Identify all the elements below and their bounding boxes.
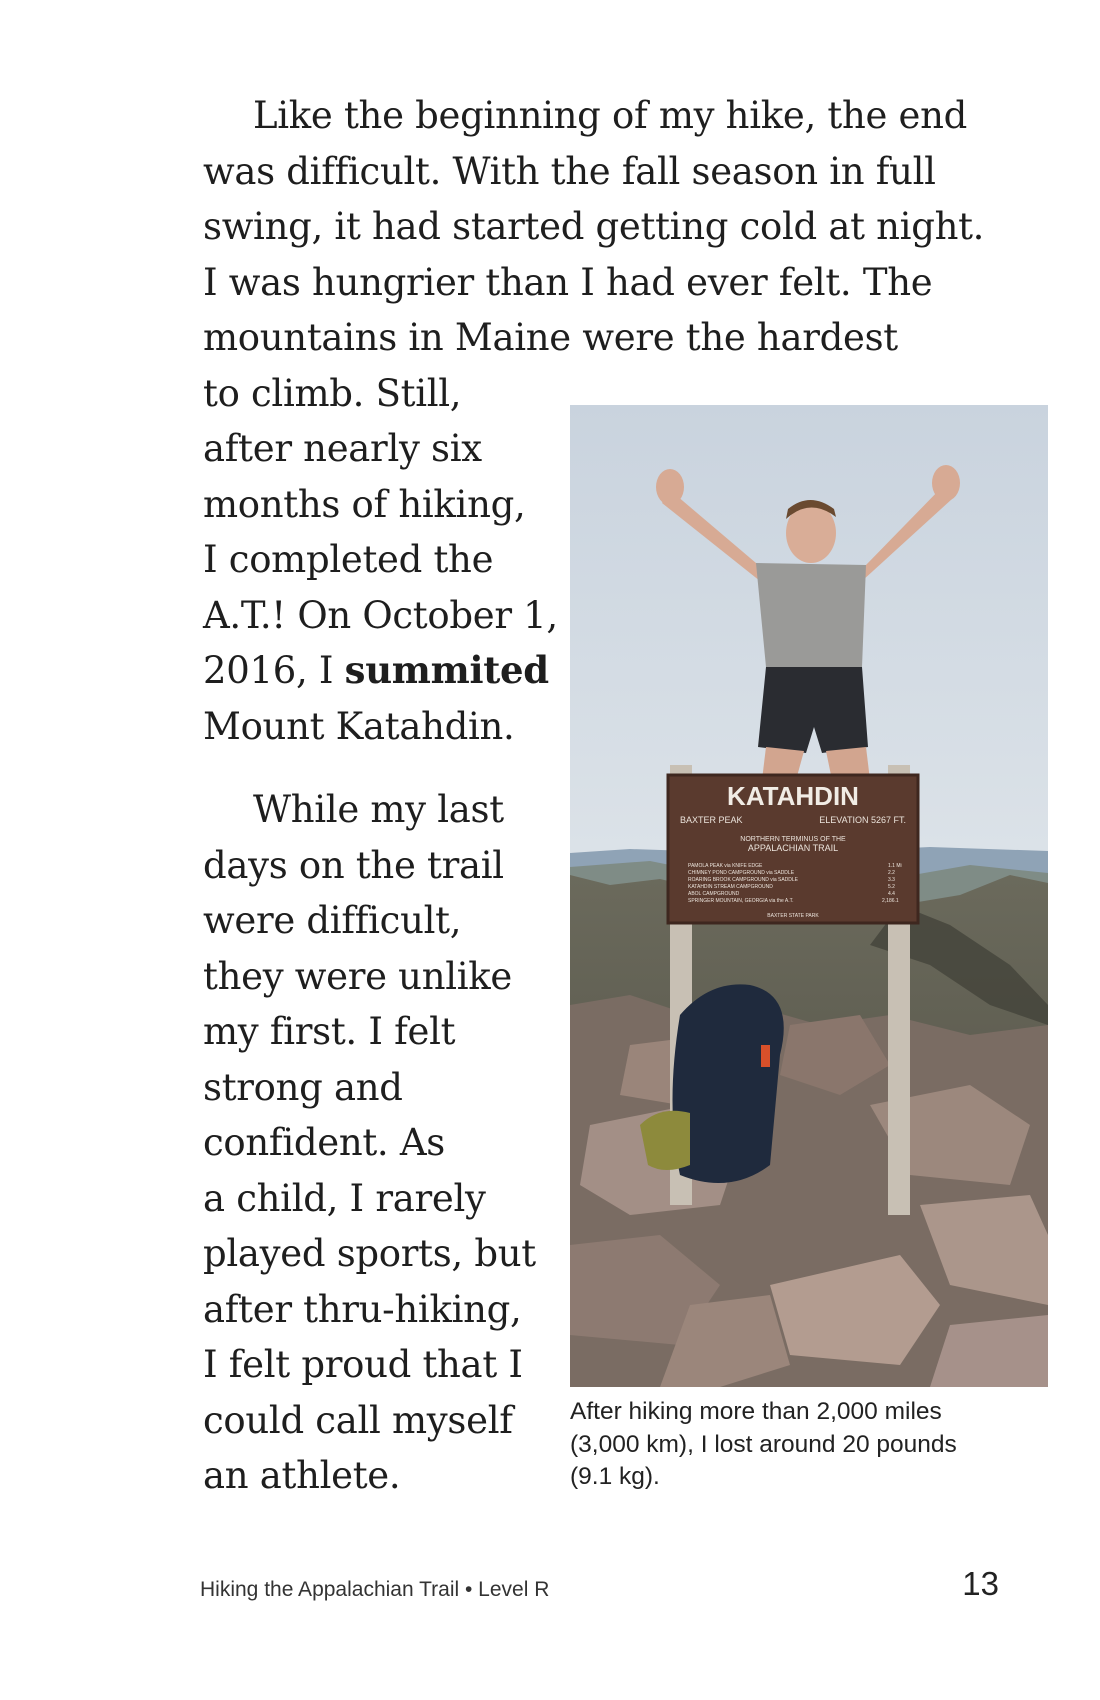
text-line: strong and bbox=[203, 1065, 403, 1109]
sign-distance: 2.2 bbox=[888, 870, 895, 876]
sign-subtitle-left: BAXTER PEAK bbox=[680, 815, 743, 825]
text-line: While my last bbox=[253, 788, 504, 831]
text-line: were difficult, bbox=[203, 899, 462, 942]
sign-trail: SPRINGER MOUNTAIN, GEORGIA via the A.T. bbox=[688, 898, 794, 904]
bold-vocabulary-word: summited bbox=[344, 648, 550, 692]
text-line: I was hungrier than I had ever felt. The bbox=[203, 260, 933, 304]
sign-terminus-line-1: NORTHERN TERMINUS OF THE bbox=[740, 836, 846, 843]
text-line: a child, I rarely bbox=[203, 1176, 486, 1220]
page-number: 13 bbox=[962, 1565, 999, 1602]
text-line: they were unlike bbox=[203, 954, 513, 998]
sign-title: KATAHDIN bbox=[727, 781, 859, 811]
caption-line: After hiking more than 2,000 miles bbox=[570, 1398, 942, 1425]
text-line: after thru-hiking, bbox=[203, 1287, 522, 1331]
photo-caption: After hiking more than 2,000 miles (3,00… bbox=[570, 1396, 1050, 1494]
photo-illustration: KATAHDIN BAXTER PEAK ELEVATION 5267 FT. … bbox=[570, 405, 1048, 1387]
sign-distance: 1.1 Mi bbox=[888, 863, 902, 869]
sign-trail: ROARING BROOK CAMPGROUND via SADDLE bbox=[688, 877, 799, 883]
paragraph-2: While my last days on the trail were dif… bbox=[203, 782, 536, 1504]
text-line: confident. As bbox=[203, 1121, 445, 1164]
text-line: an athlete. bbox=[203, 1454, 401, 1497]
footer-book-title: Hiking the Appalachian Trail • Level R bbox=[200, 1578, 550, 1601]
text-line: could call myself bbox=[203, 1398, 513, 1442]
sign-distance: 3.3 bbox=[888, 877, 895, 883]
katahdin-summit-photo: KATAHDIN BAXTER PEAK ELEVATION 5267 FT. … bbox=[570, 405, 1048, 1387]
sign-distance: 5.2 bbox=[888, 884, 895, 890]
caption-line: (9.1 kg). bbox=[570, 1463, 660, 1490]
hiker-shirt bbox=[756, 563, 866, 667]
sign-trail: PAMOLA PEAK via KNIFE EDGE bbox=[688, 863, 763, 869]
text-line: I felt proud that I bbox=[203, 1343, 523, 1386]
sign-park-name: BAXTER STATE PARK bbox=[767, 913, 819, 919]
text-line: Like the beginning of my hike, the end bbox=[253, 94, 968, 137]
sign-trail: ABOL CAMPGROUND bbox=[688, 891, 740, 897]
sign-subtitle-right: ELEVATION 5267 FT. bbox=[819, 815, 906, 825]
text-line: mountains in Maine were the hardest bbox=[203, 316, 898, 359]
text-line: days on the trail bbox=[203, 843, 504, 887]
text-line: swing, it had started getting cold at ni… bbox=[203, 205, 985, 248]
sign-trail: CHIMNEY POND CAMPGROUND via SADDLE bbox=[688, 870, 795, 876]
caption-line: (3,000 km), I lost around 20 pounds bbox=[570, 1430, 957, 1458]
text-line: my first. I felt bbox=[203, 1010, 456, 1053]
sign-distance: 4.4 bbox=[888, 891, 895, 897]
sign-trail: KATAHDIN STREAM CAMPGROUND bbox=[688, 884, 773, 890]
text-line: played sports, but bbox=[203, 1232, 536, 1275]
sign-distance: 2,186.1 bbox=[882, 898, 899, 904]
text-line: was difficult. With the fall season in f… bbox=[203, 149, 936, 193]
sign-terminus-line-2: APPALACHIAN TRAIL bbox=[748, 843, 838, 853]
